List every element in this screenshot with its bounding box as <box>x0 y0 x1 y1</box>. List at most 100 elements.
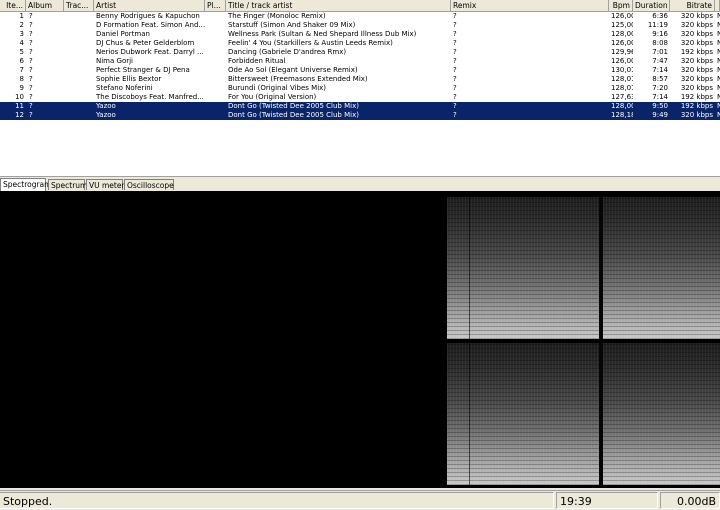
cell-duration: 9:50 <box>652 102 668 110</box>
spectrogram-view <box>0 191 720 488</box>
column-header-item[interactable]: Ite... <box>0 0 26 11</box>
visualizer-tabs: Spectrogram Spectrum VU meter Oscillosco… <box>0 178 720 191</box>
cell-bpm: 128,00 <box>611 102 633 110</box>
cell-bpm: 128,18 <box>611 111 633 119</box>
cell-bitrate: 320 kbps <box>680 57 713 65</box>
cell-remix: ? <box>453 111 457 119</box>
cell-artist: DJ Chus & Peter Gelderblom <box>96 39 195 47</box>
cell-track <box>64 75 94 84</box>
table-row[interactable]: 9? Stefano Noferini Burundi (Original Vibe… <box>0 84 720 93</box>
spectrogram-left-channel <box>447 197 720 339</box>
cell-remix: ? <box>453 30 457 38</box>
cell-bitrate: 320 kbps <box>680 111 713 119</box>
cell-remix: ? <box>453 102 457 110</box>
cell-track <box>64 30 94 39</box>
cell-item: 9 <box>19 84 24 92</box>
cell-title: Bittersweet (Freemasons Extended Mix) <box>228 75 368 83</box>
cell-title: For You (Original Version) <box>228 93 317 101</box>
table-row[interactable]: 4? DJ Chus & Peter Gelderblom Feelin' 4 Yo… <box>0 39 720 48</box>
cell-duration: 6:36 <box>652 12 668 20</box>
cell-artist: D Formation Feat. Simon And... <box>96 21 205 29</box>
table-row[interactable]: 2? D Formation Feat. Simon And... Starstuf… <box>0 21 720 30</box>
cell-duration: 7:14 <box>652 93 668 101</box>
cell-album: ? <box>29 102 33 110</box>
cell-artist: Daniel Portman <box>96 30 150 38</box>
cell-bpm: 128,01 <box>611 84 633 92</box>
cell-item: 6 <box>19 57 24 65</box>
cell-pl <box>205 12 226 21</box>
table-row[interactable]: 3? Daniel Portman Wellness Park (Sultan & … <box>0 30 720 39</box>
table-row[interactable]: 6? Nima Gorji Forbidden Ritual? 126,00 7:47 3… <box>0 57 720 66</box>
cell-bitrate: 192 kbps <box>680 93 713 101</box>
cell-title: The Finger (Monoloc Remix) <box>228 12 326 20</box>
cell-track <box>64 66 94 75</box>
table-row[interactable]: 5? Nerios Dubwork Feat. Darryl ... Dancing… <box>0 48 720 57</box>
cell-track <box>64 12 94 21</box>
column-header-duration[interactable]: Duration <box>633 0 670 11</box>
cell-pl <box>205 66 226 75</box>
column-header-bpm[interactable]: Bpm <box>609 0 633 11</box>
table-row[interactable]: 11? Yazoo Dont Go (Twisted Dee 2005 Club M… <box>0 102 720 111</box>
cell-bpm: 126,00 <box>611 12 633 20</box>
cell-pl <box>205 30 226 39</box>
table-row[interactable]: 10? The Discoboys Feat. Manfred... For You… <box>0 93 720 102</box>
cell-pl <box>205 39 226 48</box>
cell-extra: N <box>715 66 720 75</box>
column-header-bitrate[interactable]: Bitrate <box>670 0 715 11</box>
cell-album: ? <box>29 30 33 38</box>
cell-title: Burundi (Original Vibes Mix) <box>228 84 327 92</box>
cell-item: 3 <box>19 30 24 38</box>
cell-extra: N <box>715 93 720 102</box>
cell-duration: 9:49 <box>652 111 668 119</box>
column-header-album[interactable]: Album <box>26 0 64 11</box>
cell-pl <box>205 48 226 57</box>
cell-remix: ? <box>453 66 457 74</box>
cell-title: Starstuff (Simon And Shaker 09 Mix) <box>228 21 356 29</box>
cell-title: Ode Ao Sol (Elegant Universe Remix) <box>228 66 358 74</box>
cell-extra: N <box>715 12 720 21</box>
cell-bpm: 125,00 <box>611 21 633 29</box>
cell-pl <box>205 102 226 111</box>
cell-extra: N <box>715 84 720 93</box>
cell-title: Forbidden Ritual <box>228 57 286 65</box>
cell-album: ? <box>29 111 33 119</box>
cell-title: Feelin' 4 You (Starkillers & Austin Leed… <box>228 39 393 47</box>
cell-bitrate: 320 kbps <box>680 30 713 38</box>
cell-album: ? <box>29 48 33 56</box>
cell-pl <box>205 75 226 84</box>
cell-track <box>64 84 94 93</box>
status-text: Stopped. <box>0 492 554 509</box>
cell-pl <box>205 57 226 66</box>
cell-extra: N <box>715 39 720 48</box>
cell-bitrate: 320 kbps <box>680 75 713 83</box>
column-header-extra[interactable] <box>715 0 720 11</box>
table-row[interactable]: 1? Benny Rodrigues & Kapuchon The Finger (… <box>0 12 720 21</box>
cell-album: ? <box>29 93 33 101</box>
cell-title: Dont Go (Twisted Dee 2005 Club Mix) <box>228 102 359 110</box>
track-list[interactable]: Ite... Album Trac... Artist Pl... Title / tra… <box>0 0 720 177</box>
cell-bitrate: 320 kbps <box>680 84 713 92</box>
column-header-title[interactable]: Title / track artist <box>226 0 451 11</box>
cell-remix: ? <box>453 93 457 101</box>
cell-duration: 8:08 <box>652 39 668 47</box>
cell-track <box>64 21 94 30</box>
table-row[interactable]: 12? Yazoo Dont Go (Twisted Dee 2005 Club M… <box>0 111 720 120</box>
column-header-pl[interactable]: Pl... <box>205 0 226 11</box>
cell-duration: 7:20 <box>652 84 668 92</box>
cell-artist: Nima Gorji <box>96 57 133 65</box>
cell-track <box>64 93 94 102</box>
column-header-remix[interactable]: Remix <box>451 0 609 11</box>
table-row[interactable]: 7? Perfect Stranger & DJ Pena Ode Ao Sol (… <box>0 66 720 75</box>
cell-album: ? <box>29 39 33 47</box>
cell-bitrate: 320 kbps <box>680 39 713 47</box>
tab-spectrogram[interactable]: Spectrogram <box>0 178 51 191</box>
tab-spectrum[interactable]: Spectrum <box>48 179 87 190</box>
column-header-artist[interactable]: Artist <box>94 0 205 11</box>
tab-vu-meter[interactable]: VU meter <box>86 179 125 190</box>
cell-track <box>64 57 94 66</box>
tab-oscilloscope[interactable]: Oscilloscope <box>124 179 174 190</box>
status-bar: Stopped. 19:39 0.00dB <box>0 490 720 510</box>
cell-extra: N <box>715 75 720 84</box>
table-row[interactable]: 8? Sophie Ellis Bextor Bittersweet (Freema… <box>0 75 720 84</box>
column-header-track[interactable]: Trac... <box>64 0 94 11</box>
